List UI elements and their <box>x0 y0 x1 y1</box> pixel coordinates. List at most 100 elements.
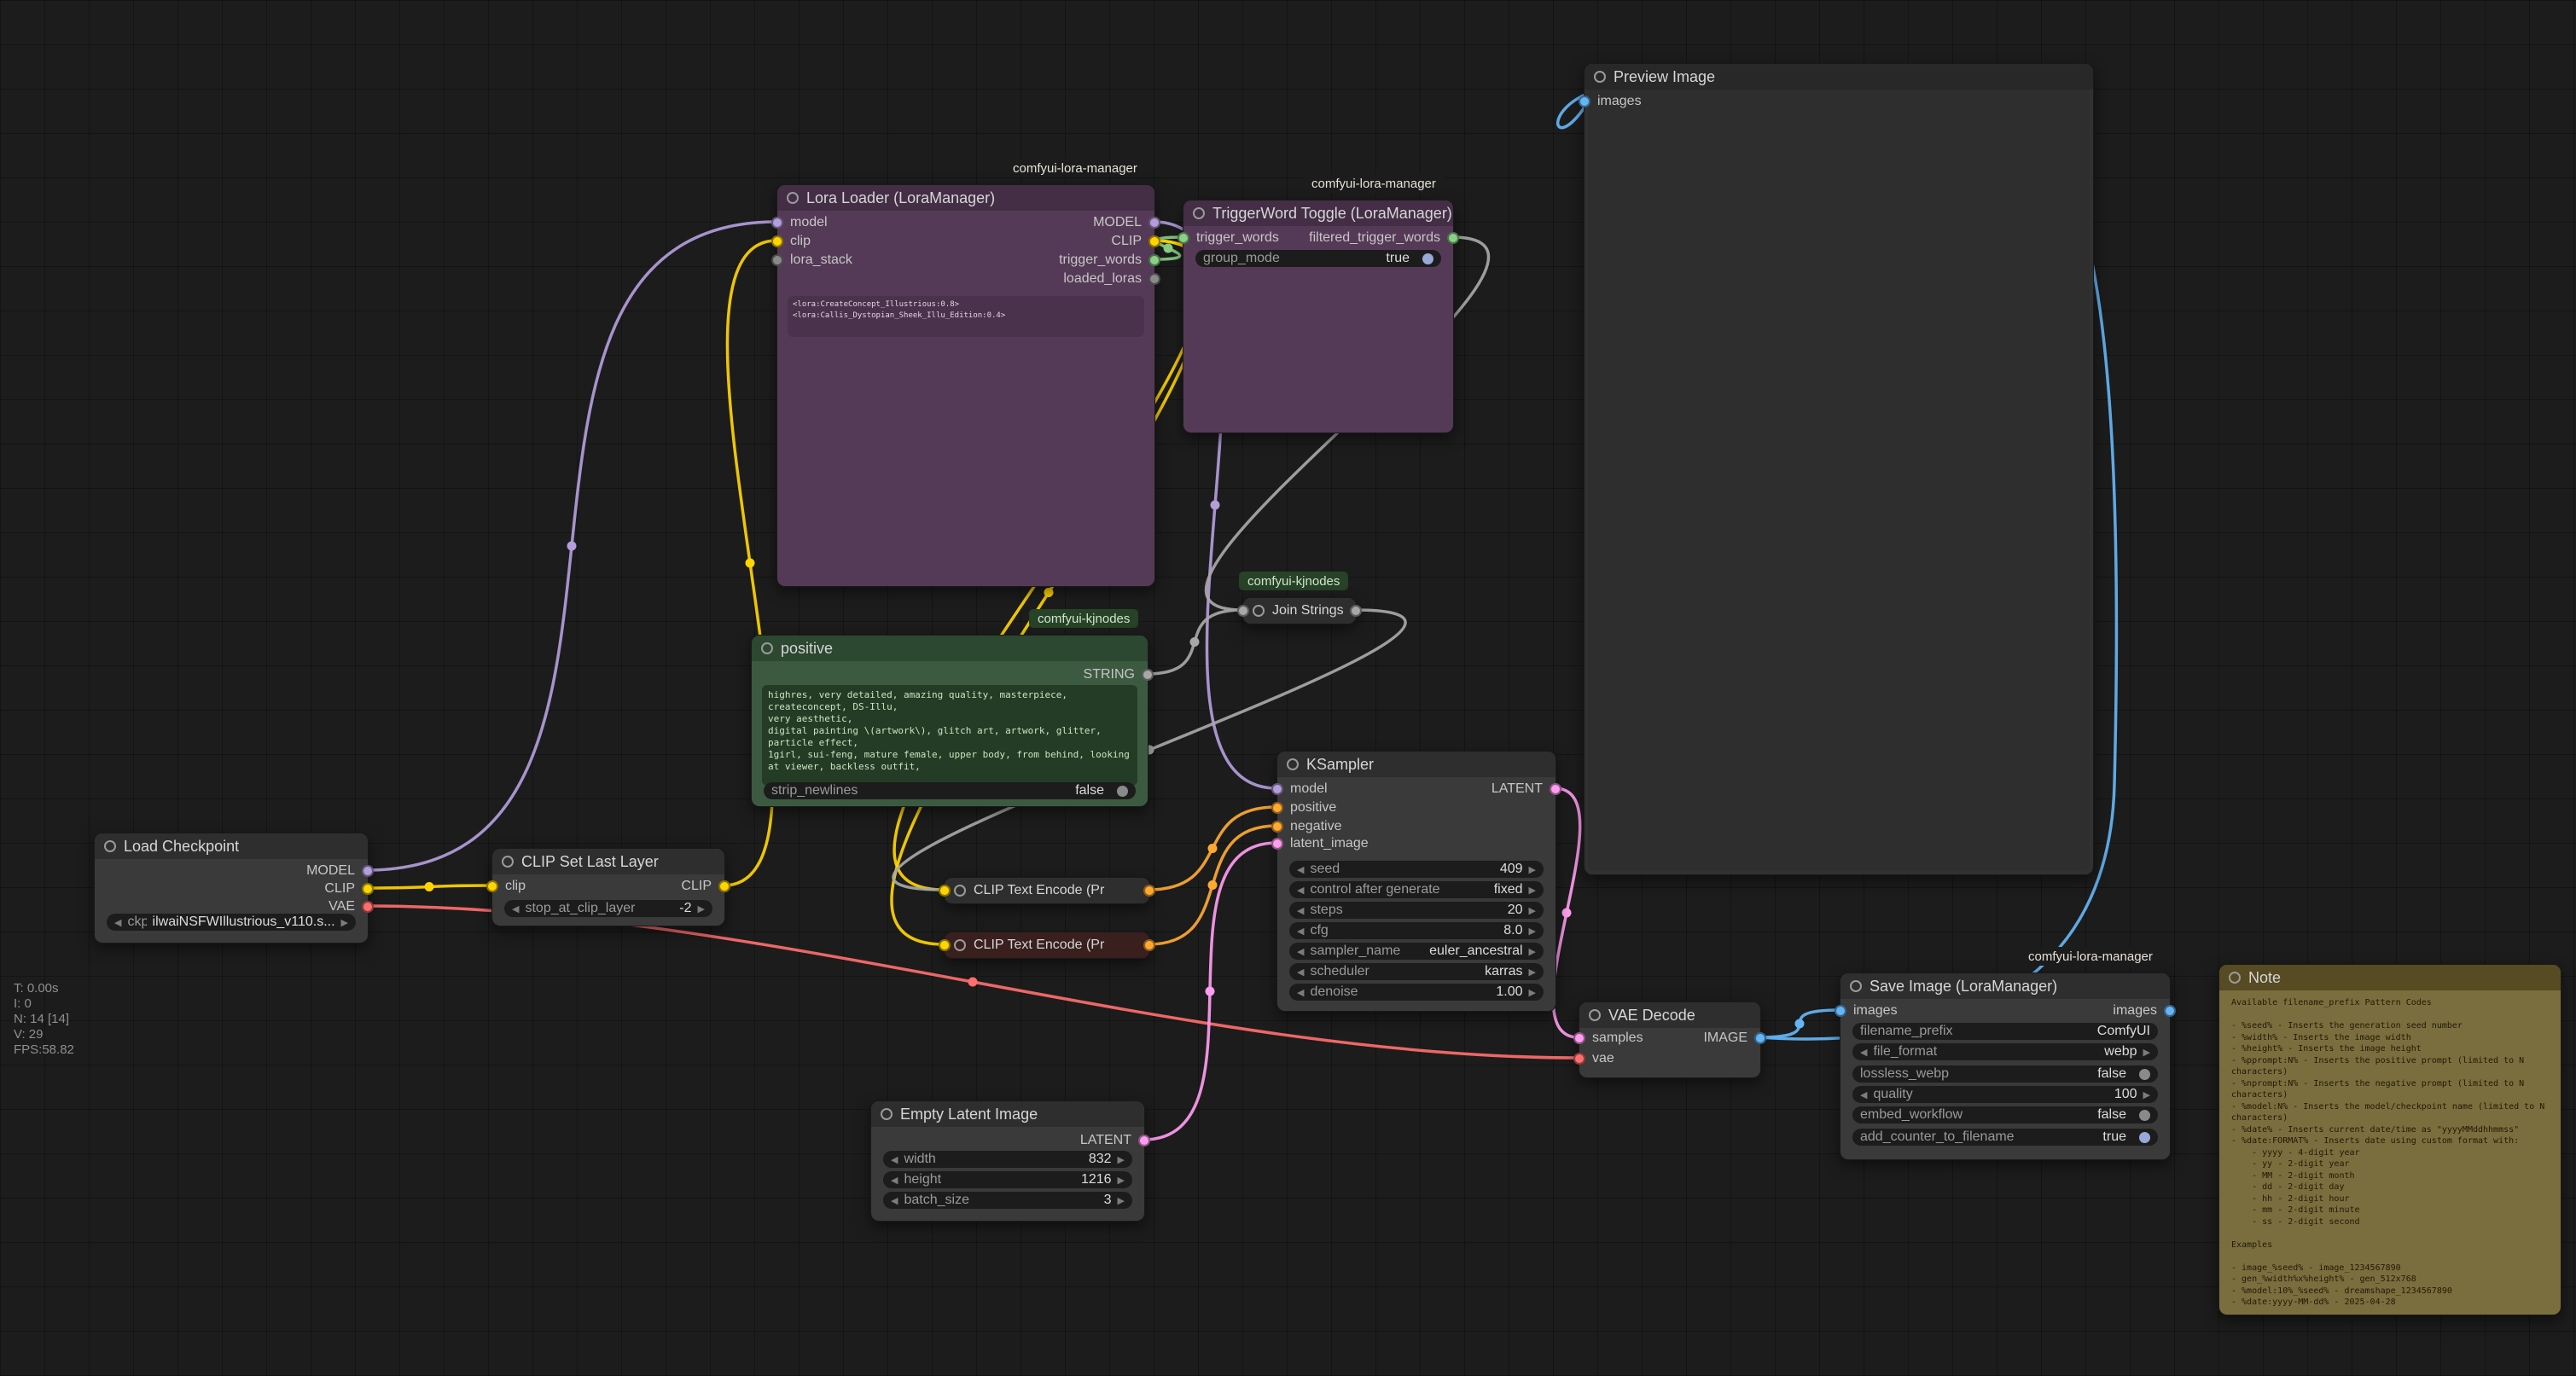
node-title-bar[interactable]: Lora Loader (LoraManager) <box>777 185 1154 211</box>
graph-canvas[interactable]: T: 0.00s I: 0 N: 14 [14] V: 29 FPS:58.82… <box>0 0 2576 1376</box>
node-lora-loader[interactable]: Lora Loader (LoraManager) model clip lor… <box>776 184 1155 587</box>
input-port-positive[interactable]: positive <box>1271 799 1336 816</box>
port-dot-latent[interactable] <box>1573 1032 1585 1044</box>
increment-arrow-icon[interactable]: ▶ <box>1118 1175 1125 1186</box>
node-empty-latent-image[interactable]: Empty Latent Image LATENT ◀ width 832 ▶ … <box>870 1100 1145 1222</box>
collapse-toggle[interactable] <box>954 939 966 951</box>
node-title-bar[interactable]: TriggerWord Toggle (LoraManager) <box>1183 200 1453 226</box>
collapsed-output-dot[interactable] <box>1350 605 1362 617</box>
node-title-bar[interactable]: positive <box>752 636 1148 661</box>
output-port-vae[interactable]: VAE <box>329 898 374 915</box>
collapsed-output-dot[interactable] <box>1143 939 1155 951</box>
decrement-arrow-icon[interactable]: ◀ <box>512 903 519 914</box>
output-port-model[interactable]: MODEL <box>306 862 374 880</box>
node-clip-set-last-layer[interactable]: CLIP Set Last Layer clip CLIP ◀ stop_at_… <box>491 848 725 926</box>
port-dot-image[interactable] <box>1754 1032 1766 1044</box>
input-port-lora-stack[interactable]: lora_stack <box>771 252 852 269</box>
collapse-toggle[interactable] <box>761 642 773 654</box>
node-vae-decode[interactable]: VAE Decode samples vae IMAGE <box>1579 1002 1761 1078</box>
widget-seed[interactable]: ◀ seed 409 ▶ <box>1289 861 1544 878</box>
output-port-images[interactable]: images <box>2113 1002 2176 1019</box>
increment-arrow-icon[interactable]: ▶ <box>1118 1154 1125 1165</box>
collapse-toggle[interactable] <box>1287 758 1299 770</box>
node-title-bar[interactable]: Load Checkpoint <box>95 833 368 859</box>
node-title-bar[interactable]: CLIP Text Encode (Pr <box>945 878 1149 903</box>
port-dot-latent[interactable] <box>1138 1135 1150 1147</box>
toggle-knob[interactable] <box>2139 1110 2150 1121</box>
output-port-image[interactable]: IMAGE <box>1703 1030 1766 1047</box>
port-dot-model[interactable] <box>1271 783 1283 795</box>
output-port-loaded-loras[interactable]: loaded_loras <box>1063 270 1160 287</box>
collapse-toggle[interactable] <box>1253 605 1265 617</box>
port-dot-vae[interactable] <box>362 901 374 913</box>
collapsed-output-dot[interactable] <box>1143 885 1155 897</box>
widget-ckpt-name[interactable]: ◀ ckpt_name ilwaiNSFWIllustrious_v110.s.… <box>107 914 356 931</box>
port-dot-conditioning[interactable] <box>1271 821 1283 833</box>
next-arrow-icon[interactable]: ▶ <box>1529 946 1536 957</box>
decrement-arrow-icon[interactable]: ◀ <box>1297 987 1304 998</box>
increment-arrow-icon[interactable]: ▶ <box>2143 1089 2150 1100</box>
widget-stop-at-clip-layer[interactable]: ◀ stop_at_clip_layer -2 ▶ <box>504 900 712 917</box>
next-arrow-icon[interactable]: ▶ <box>2143 1047 2150 1058</box>
port-dot-clip[interactable] <box>486 880 498 892</box>
port-dot-clip[interactable] <box>1148 235 1160 247</box>
port-dot-image[interactable] <box>1835 1005 1846 1017</box>
input-port-trigger-words[interactable]: trigger_words <box>1178 229 1279 247</box>
collapsed-input-dot[interactable] <box>939 939 951 951</box>
prev-arrow-icon[interactable]: ◀ <box>114 917 121 928</box>
output-port-clip[interactable]: CLIP <box>1111 233 1160 250</box>
port-dot-conditioning[interactable] <box>1271 802 1283 814</box>
input-port-samples[interactable]: samples <box>1573 1030 1643 1047</box>
collapse-toggle[interactable] <box>1193 207 1205 219</box>
output-port-filtered-trigger-words[interactable]: filtered_trigger_words <box>1309 229 1459 247</box>
node-title-bar[interactable]: CLIP Set Last Layer <box>492 849 724 874</box>
port-dot-trigger-words[interactable] <box>1148 254 1160 266</box>
port-dot-image[interactable] <box>1579 96 1590 107</box>
next-arrow-icon[interactable]: ▶ <box>1529 885 1536 896</box>
prompt-textarea[interactable]: highres, very detailed, amazing quality,… <box>762 685 1137 786</box>
output-port-trigger-words[interactable]: trigger_words <box>1059 252 1160 269</box>
input-port-negative[interactable]: negative <box>1271 818 1342 835</box>
port-dot-model[interactable] <box>1148 217 1160 229</box>
widget-scheduler[interactable]: ◀ scheduler karras ▶ <box>1289 963 1544 980</box>
node-title-bar[interactable]: Note <box>2219 965 2561 990</box>
widget-strip-newlines[interactable]: strip_newlines false <box>764 782 1136 799</box>
widget-embed-workflow[interactable]: embed_workflow false <box>1852 1106 2158 1123</box>
decrement-arrow-icon[interactable]: ◀ <box>1297 864 1304 875</box>
widget-width[interactable]: ◀ width 832 ▶ <box>883 1151 1132 1168</box>
node-load-checkpoint[interactable]: Load Checkpoint MODEL CLIP VAE ◀ ckpt_na… <box>94 833 369 943</box>
next-arrow-icon[interactable]: ▶ <box>1529 967 1536 978</box>
decrement-arrow-icon[interactable]: ◀ <box>891 1195 898 1206</box>
output-port-string[interactable]: STRING <box>1084 666 1154 683</box>
node-positive-prompt[interactable]: positive STRING highres, very detailed, … <box>751 635 1148 807</box>
decrement-arrow-icon[interactable]: ◀ <box>891 1154 898 1165</box>
increment-arrow-icon[interactable]: ▶ <box>698 903 705 914</box>
node-triggerword-toggle[interactable]: TriggerWord Toggle (LoraManager) trigger… <box>1183 200 1454 433</box>
port-dot-vae[interactable] <box>1573 1053 1585 1065</box>
node-join-strings[interactable]: Join Strings <box>1242 597 1357 624</box>
node-title-bar[interactable]: KSampler <box>1277 752 1555 777</box>
next-arrow-icon[interactable]: ▶ <box>341 917 348 928</box>
input-port-latent-image[interactable]: latent_image <box>1271 835 1369 852</box>
port-dot-filtered-trigger-words[interactable] <box>1447 232 1459 244</box>
toggle-knob[interactable] <box>1422 253 1433 264</box>
widget-file-format[interactable]: ◀ file_format webp ▶ <box>1852 1043 2158 1060</box>
toggle-knob[interactable] <box>1117 786 1128 797</box>
collapse-toggle[interactable] <box>2229 972 2241 984</box>
widget-filename-prefix[interactable]: filename_prefix ComfyUI <box>1852 1023 2158 1040</box>
increment-arrow-icon[interactable]: ▶ <box>1529 864 1536 875</box>
collapse-toggle[interactable] <box>104 840 116 852</box>
input-port-model[interactable]: model <box>771 214 828 231</box>
node-note[interactable]: Note Available filename_prefix Pattern C… <box>2218 964 2561 1315</box>
collapse-toggle[interactable] <box>881 1108 893 1120</box>
node-title-bar[interactable]: Join Strings <box>1243 598 1356 624</box>
port-dot-trigger-words[interactable] <box>1178 232 1189 244</box>
port-dot-string[interactable] <box>1142 669 1154 681</box>
widget-group-mode[interactable]: group_mode true <box>1195 250 1441 267</box>
note-textarea[interactable]: Available filename_prefix Pattern Codes … <box>2226 994 2554 1309</box>
decrement-arrow-icon[interactable]: ◀ <box>1860 1089 1867 1100</box>
widget-sampler-name[interactable]: ◀ sampler_name euler_ancestral ▶ <box>1289 943 1544 960</box>
port-dot-model[interactable] <box>771 217 783 229</box>
port-dot-image[interactable] <box>2164 1005 2176 1017</box>
port-dot-latent[interactable] <box>1550 783 1561 795</box>
